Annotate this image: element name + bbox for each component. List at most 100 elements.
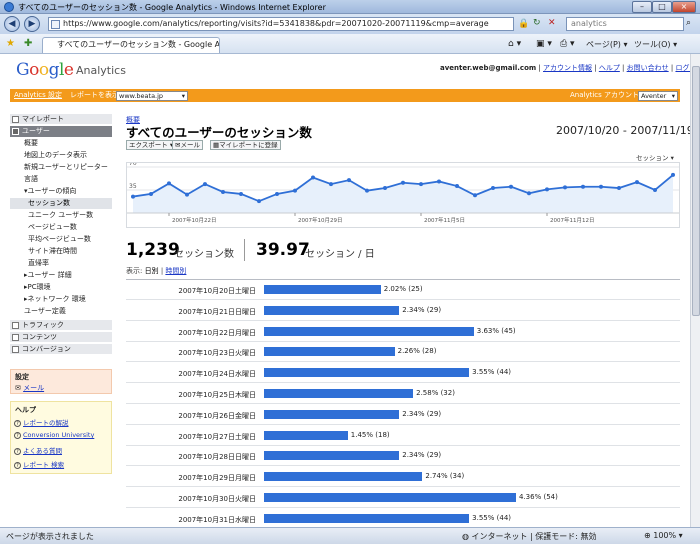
help-link[interactable]: ヘルプ	[599, 64, 620, 72]
page-menu[interactable]: ページ(P) ▾	[586, 39, 627, 50]
sidebar-item-network[interactable]: ▸ネットワーク 環境	[10, 294, 112, 305]
row-bar	[264, 347, 395, 357]
row-bar	[264, 389, 414, 398]
data-point	[311, 175, 315, 180]
total-sessions-label: セッション数	[174, 249, 234, 260]
forward-arrow-icon[interactable]: ▶	[24, 16, 40, 32]
sidebar-item-new-returning[interactable]: 新規ユーザーとリピーター	[10, 162, 112, 173]
feeds-icon[interactable]: ▣ ▾	[536, 39, 552, 49]
scrollbar-thumb[interactable]	[692, 66, 700, 316]
close-window-button[interactable]: ×	[672, 1, 696, 13]
view-hourly-link[interactable]: 時間別	[165, 267, 186, 275]
print-icon[interactable]: ⎙ ▾	[560, 39, 575, 49]
row-value: 4.36% (54)	[519, 493, 558, 501]
chevron-down-icon: ▾	[671, 92, 675, 100]
sidebar-conversion[interactable]: コンバージョン	[10, 344, 112, 355]
export-button[interactable]: エクスポート ▾	[126, 140, 177, 150]
report-label: レポートを表示:	[70, 91, 122, 99]
date-range-picker[interactable]: 2007/10/20 - 2007/11/19 ▾	[556, 124, 690, 137]
row-bar	[264, 493, 516, 502]
search-input[interactable]: analytics	[566, 17, 684, 31]
data-point	[401, 180, 405, 185]
sidebar-item-pc-env[interactable]: ▸PC環境	[10, 282, 112, 293]
row-date: 2007年10月29日月曜日	[178, 474, 256, 483]
row-date: 2007年10月27日土曜日	[178, 432, 256, 441]
y-tick-label: 70	[129, 163, 137, 167]
sidebar-item-user-detail[interactable]: ▸ユーザー 詳細	[10, 270, 112, 281]
page-content: Google Analytics aventer.web@gmail.com |…	[0, 54, 690, 527]
sidebar-item-user-defined[interactable]: ユーザー定義	[10, 306, 112, 317]
table-row: 2007年10月28日日曜日 2.34% (29)	[126, 447, 680, 467]
add-to-dashboard-button[interactable]: ▦マイレポートに登録	[210, 140, 281, 150]
sidebar-content[interactable]: コンテンツ	[10, 332, 112, 343]
email-button[interactable]: ✉メール	[172, 140, 203, 150]
profile-select[interactable]: www.beata.jp ▾	[116, 91, 188, 101]
metric-divider	[244, 239, 245, 261]
home-icon[interactable]: ⌂ ▾	[508, 39, 521, 49]
data-point	[545, 187, 549, 192]
row-date: 2007年10月24日水曜日	[178, 370, 256, 379]
back-arrow-icon[interactable]: ◀	[4, 16, 20, 32]
data-point	[131, 194, 135, 199]
avg-sessions-value: 39.97	[256, 240, 310, 260]
window-title-bar: すべてのユーザーのセッション数 - Google Analytics - Win…	[0, 0, 700, 14]
lock-icon[interactable]: 🔒	[518, 19, 529, 29]
tab-label: すべてのユーザーのセッション数 - Google An...	[57, 40, 220, 49]
view-daily[interactable]: 日別	[145, 267, 159, 275]
data-point	[167, 181, 171, 186]
minimize-button[interactable]: –	[632, 1, 652, 13]
globe-icon: ◍	[462, 532, 469, 541]
sidebar-item-sessions[interactable]: セッション数	[10, 198, 112, 209]
sidebar-traffic[interactable]: トラフィック	[10, 320, 112, 331]
zoom-control[interactable]: ⊕ 100% ▾	[644, 531, 683, 540]
sidebar-item-unique-users[interactable]: ユニーク ユーザー数	[10, 210, 112, 221]
sidebar-item-map[interactable]: 地図上のデータ表示	[10, 150, 112, 161]
metric-select[interactable]: セッション ▾	[636, 152, 674, 162]
browser-tab[interactable]: すべてのユーザーのセッション数 - Google An...	[42, 37, 220, 53]
question-icon: ?	[14, 432, 21, 439]
help-report-guide[interactable]: ? レポートの解説	[14, 417, 69, 427]
sidebar-item-time-on-site[interactable]: サイト滞在時間	[10, 246, 112, 257]
help-conversion-university[interactable]: ? Conversion University	[14, 431, 94, 439]
sidebar-item-bounce-rate[interactable]: 直帰率	[10, 258, 112, 269]
sidebar-item-trends[interactable]: ▾ユーザーの傾向	[10, 186, 112, 197]
help-faq[interactable]: ? よくある質問	[14, 445, 62, 455]
add-favorites-icon[interactable]: ✚	[24, 38, 32, 49]
grid-icon	[12, 116, 19, 123]
sidebar-item-avg-pageviews[interactable]: 平均ページビュー数	[10, 234, 112, 245]
row-bar	[264, 305, 400, 315]
content-icon	[12, 334, 19, 341]
contact-link[interactable]: お問い合わせ	[627, 64, 669, 72]
zone-indicator[interactable]: ◍ インターネット | 保護モード: 無効	[462, 531, 597, 542]
account-select[interactable]: Aventer ▾	[638, 91, 678, 101]
row-value: 3.55% (44)	[472, 513, 512, 522]
vertical-scrollbar[interactable]	[690, 54, 700, 527]
maximize-button[interactable]: □	[652, 1, 672, 13]
analytics-settings-link[interactable]: Analytics 設定	[14, 89, 62, 102]
favorites-star-icon[interactable]: ★	[6, 38, 15, 49]
data-point	[221, 189, 225, 194]
data-point	[149, 191, 153, 196]
table-divider	[126, 279, 680, 280]
row-date: 2007年10月31日水曜日	[178, 515, 256, 524]
sidebar-item-language[interactable]: 言語	[10, 174, 112, 185]
table-row: 2007年10月20日土曜日 2.02% (25)	[126, 281, 680, 300]
stop-icon[interactable]: ✕	[548, 18, 556, 28]
data-point	[599, 184, 603, 189]
data-point	[671, 172, 675, 177]
url-input[interactable]: https://www.google.com/analytics/reporti…	[48, 17, 514, 31]
settings-email-link[interactable]: ✉ メール	[15, 383, 44, 393]
account-info-link[interactable]: アカウント情報	[543, 64, 592, 72]
sidebar-item-pageviews[interactable]: ページビュー数	[10, 222, 112, 233]
logout-link[interactable]: ログアウト	[675, 64, 690, 72]
tools-menu[interactable]: ツール(O) ▾	[634, 39, 677, 50]
sidebar-myreport[interactable]: マイレポート	[10, 114, 112, 125]
row-value: 2.34% (29)	[402, 409, 442, 418]
refresh-icon[interactable]: ↻	[533, 18, 541, 28]
sidebar-users[interactable]: ユーザー	[10, 126, 112, 137]
search-icon[interactable]: ⌕	[686, 18, 691, 28]
avg-sessions-label: セッション / 日	[305, 249, 375, 260]
help-search[interactable]: ? レポート 検索	[14, 459, 64, 469]
top-links: aventer.web@gmail.com | アカウント情報 | ヘルプ | …	[440, 63, 690, 73]
sidebar-item-overview[interactable]: 概要	[10, 138, 112, 149]
